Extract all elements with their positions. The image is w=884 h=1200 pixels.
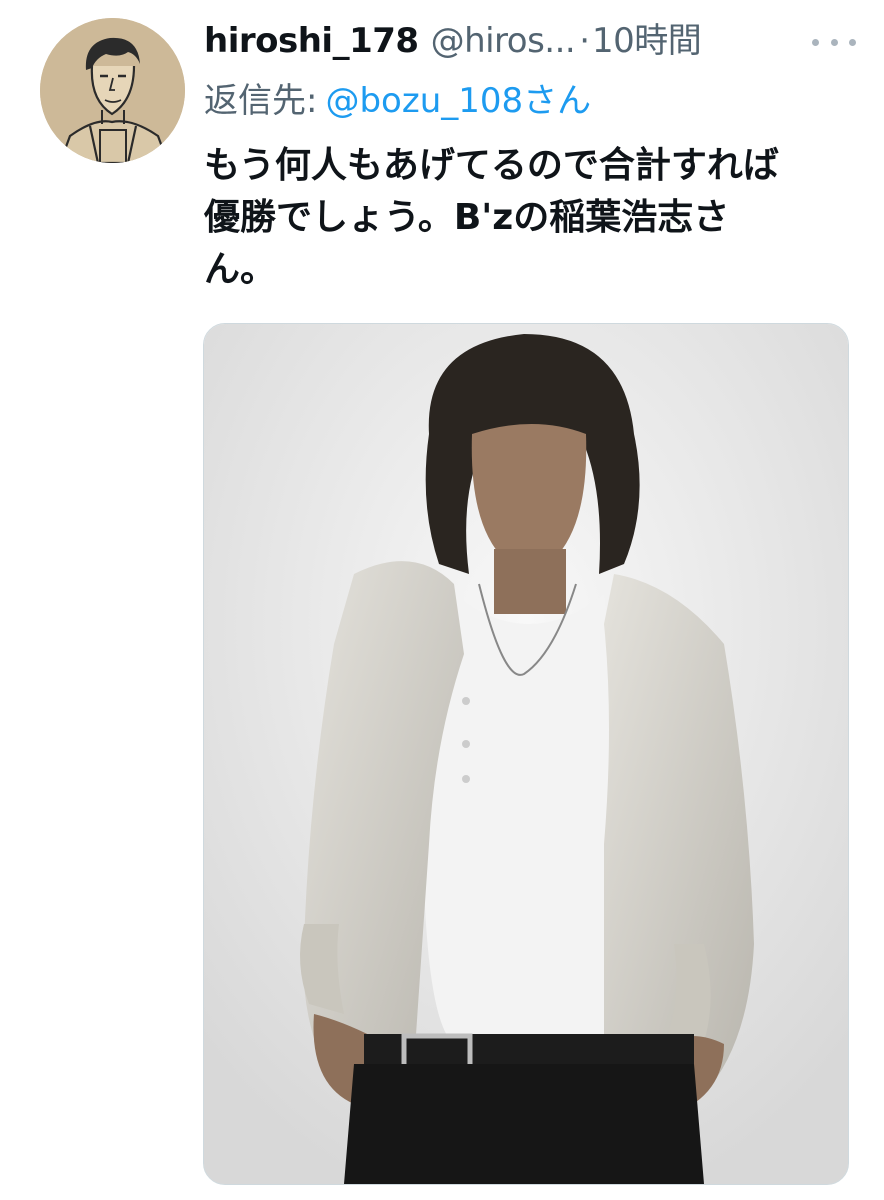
reply-context: 返信先: @bozu_108さん	[204, 76, 591, 126]
reply-user-link[interactable]: @bozu_108さん	[325, 81, 591, 121]
avatar-illustration-icon	[40, 18, 185, 163]
tweet: hiroshi_178 @hiros... · 10時間 返信先: @bozu_1…	[0, 0, 884, 1200]
author-handle[interactable]: @hiros...	[431, 16, 576, 66]
author-display-name[interactable]: hiroshi_178	[204, 16, 419, 66]
more-dot	[830, 38, 838, 46]
photo-portrait-icon	[204, 324, 848, 1184]
tweet-text-line: ん。	[204, 249, 277, 290]
tweet-text-line: 優勝でしょう。B'zの稲葉浩志さ	[204, 197, 730, 238]
more-dot	[812, 38, 819, 46]
reply-prefix: 返信先:	[204, 81, 318, 121]
tweet-media-photo[interactable]	[203, 323, 849, 1185]
header-separator: ·	[579, 21, 591, 61]
tweet-text-line: もう何人もあげてるので合計すれば	[204, 145, 779, 186]
more-options-icon[interactable]	[812, 26, 856, 58]
tweet-timestamp[interactable]: 10時間	[592, 16, 702, 66]
author-avatar[interactable]	[40, 18, 185, 163]
more-dot	[849, 38, 856, 46]
tweet-text: もう何人もあげてるので合計すれば 優勝でしょう。B'zの稲葉浩志さ ん。	[204, 140, 844, 296]
tweet-header: hiroshi_178 @hiros... · 10時間	[204, 16, 844, 66]
